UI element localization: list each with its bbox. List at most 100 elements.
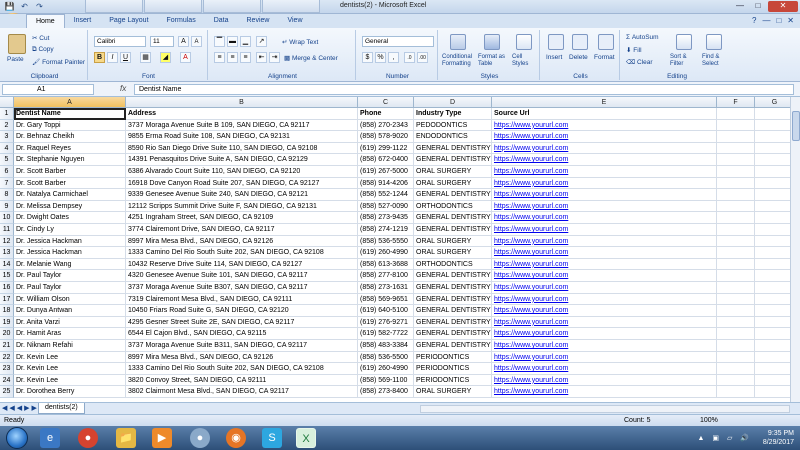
format-painter-button[interactable]: 🖌 Format Painter bbox=[32, 58, 85, 66]
row-header[interactable]: 24 bbox=[0, 374, 14, 387]
phone-cell[interactable]: (858) 273-1631 bbox=[358, 282, 414, 294]
tab-data[interactable]: Data bbox=[205, 14, 238, 28]
row-header[interactable]: 8 bbox=[0, 189, 14, 201]
name-cell[interactable]: Dr. Kevin Lee bbox=[14, 351, 126, 364]
url-cell[interactable]: https://www.yoururl.com bbox=[492, 224, 717, 236]
window-tab[interactable] bbox=[262, 0, 320, 13]
folder-icon[interactable]: 📁 bbox=[116, 428, 136, 448]
empty-cell[interactable] bbox=[717, 351, 755, 364]
phone-cell[interactable]: (858) 569-1100 bbox=[358, 374, 414, 387]
url-cell[interactable]: https://www.yoururl.com bbox=[492, 363, 717, 375]
name-cell[interactable]: Dr. Hamit Aras bbox=[14, 328, 126, 340]
address-cell[interactable]: 3737 Moraga Avenue Suite B307, SAN DIEGO… bbox=[126, 282, 358, 294]
address-cell[interactable]: 8997 Mira Mesa Blvd., SAN DIEGO, CA 9212… bbox=[126, 235, 358, 248]
row-header[interactable]: 14 bbox=[0, 258, 14, 271]
sort-filter-icon[interactable] bbox=[676, 34, 692, 50]
url-cell[interactable]: https://www.yoururl.com bbox=[492, 200, 717, 213]
empty-cell[interactable] bbox=[755, 352, 790, 364]
url-cell[interactable]: https://www.yoururl.com bbox=[492, 386, 717, 398]
industry-cell[interactable]: GENERAL DENTISTRY bbox=[414, 293, 492, 306]
row-header[interactable]: 3 bbox=[0, 131, 14, 143]
url-cell[interactable]: https://www.yoururl.com bbox=[492, 316, 717, 329]
formula-input[interactable]: Dentist Name bbox=[134, 84, 794, 95]
url-cell[interactable]: https://www.yoururl.com bbox=[492, 328, 717, 340]
phone-cell[interactable]: (858) 536-5500 bbox=[358, 351, 414, 364]
address-cell[interactable]: 9339 Genesee Avenue Suite 240, SAN DIEGO… bbox=[126, 189, 358, 201]
column-title-cell[interactable]: Phone bbox=[358, 108, 414, 120]
column-header-g[interactable]: G bbox=[755, 97, 790, 108]
address-cell[interactable]: 3737 Moraga Avenue Suite B311, SAN DIEGO… bbox=[126, 340, 358, 352]
column-header-a[interactable]: A bbox=[14, 97, 126, 108]
empty-cell[interactable] bbox=[717, 282, 755, 294]
shrink-font-icon[interactable]: A bbox=[191, 36, 202, 47]
cell-styles-button[interactable]: Cell Styles bbox=[512, 54, 538, 68]
empty-cell[interactable] bbox=[717, 142, 755, 155]
empty-cell[interactable] bbox=[755, 305, 790, 317]
scrollbar-thumb[interactable] bbox=[792, 111, 800, 141]
address-cell[interactable]: 3802 Clairmont Mesa Blvd., SAN DIEGO, CA… bbox=[126, 386, 358, 398]
row-header[interactable]: 23 bbox=[0, 363, 14, 375]
align-center-icon[interactable]: ≡ bbox=[227, 52, 238, 63]
address-cell[interactable]: 4251 Ingraham Street, SAN DIEGO, CA 9210… bbox=[126, 212, 358, 224]
name-cell[interactable]: Dr. Cindy Ly bbox=[14, 224, 126, 236]
industry-cell[interactable]: GENERAL DENTISTRY bbox=[414, 154, 492, 166]
row-header[interactable]: 10 bbox=[0, 212, 14, 224]
industry-cell[interactable]: ORTHODONTICS bbox=[414, 258, 492, 271]
industry-cell[interactable]: ENDODONTICS bbox=[414, 131, 492, 143]
url-cell[interactable]: https://www.yoururl.com bbox=[492, 177, 717, 190]
phone-cell[interactable]: (858) 483-3384 bbox=[358, 340, 414, 352]
url-cell[interactable]: https://www.yoururl.com bbox=[492, 119, 717, 132]
industry-cell[interactable]: GENERAL DENTISTRY bbox=[414, 282, 492, 294]
column-title-cell[interactable]: Address bbox=[126, 108, 358, 120]
empty-cell[interactable] bbox=[755, 340, 790, 352]
phone-cell[interactable]: (619) 276-9271 bbox=[358, 316, 414, 329]
redo-icon[interactable]: ↷ bbox=[34, 1, 45, 12]
industry-cell[interactable]: ORAL SURGERY bbox=[414, 177, 492, 190]
empty-cell[interactable] bbox=[717, 235, 755, 248]
save-icon[interactable]: 💾 bbox=[4, 1, 15, 12]
empty-cell[interactable] bbox=[717, 212, 755, 224]
format-cells-button[interactable]: Format bbox=[594, 54, 615, 61]
format-as-table-button[interactable]: Format as Table bbox=[478, 54, 508, 68]
industry-cell[interactable]: GENERAL DENTISTRY bbox=[414, 224, 492, 236]
industry-cell[interactable]: PERIODONTICS bbox=[414, 374, 492, 387]
empty-cell[interactable] bbox=[717, 247, 755, 259]
copy-button[interactable]: ⧉ Copy bbox=[32, 46, 54, 54]
name-cell[interactable]: Dr. Scott Barber bbox=[14, 177, 126, 190]
tab-home[interactable]: Home bbox=[26, 14, 65, 28]
decrease-decimal-icon[interactable]: .00 bbox=[417, 52, 428, 63]
phone-cell[interactable]: (619) 299-1122 bbox=[358, 142, 414, 155]
name-box[interactable]: A1 bbox=[2, 84, 94, 95]
cell-styles-icon[interactable] bbox=[516, 34, 532, 50]
empty-cell[interactable] bbox=[717, 340, 755, 352]
tab-insert[interactable]: Insert bbox=[65, 14, 101, 28]
autosum-button[interactable]: Σ AutoSum bbox=[626, 34, 659, 41]
align-middle-icon[interactable]: ▬ bbox=[227, 36, 238, 47]
insert-function-icon[interactable]: fx bbox=[120, 84, 126, 93]
find-select-button[interactable]: Find & Select bbox=[702, 54, 730, 68]
empty-cell[interactable] bbox=[755, 328, 790, 340]
cut-button[interactable]: ✂ Cut bbox=[32, 34, 49, 42]
font-size-select[interactable]: 11 bbox=[150, 36, 174, 47]
name-cell[interactable]: Dr. Dwight Oates bbox=[14, 212, 126, 224]
address-cell[interactable]: 6544 El Cajon Blvd., SAN DIEGO, CA 92115 bbox=[126, 328, 358, 340]
orientation-icon[interactable]: ↗ bbox=[256, 36, 267, 47]
address-cell[interactable]: 3820 Convoy Street, SAN DIEGO, CA 92111 bbox=[126, 374, 358, 387]
italic-icon[interactable]: I bbox=[107, 52, 118, 63]
phone-cell[interactable]: (858) 578-9020 bbox=[358, 131, 414, 143]
name-cell[interactable]: Dr. Paul Taylor bbox=[14, 282, 126, 294]
name-cell[interactable]: Dr. Paul Taylor bbox=[14, 270, 126, 282]
delete-cells-button[interactable]: Delete bbox=[569, 54, 588, 61]
system-tray-icons[interactable]: ▲ ▣ ▱ 🔊 bbox=[698, 434, 752, 442]
url-cell[interactable]: https://www.yoururl.com bbox=[492, 282, 717, 294]
close-button[interactable]: ✕ bbox=[768, 1, 798, 12]
percent-icon[interactable]: % bbox=[375, 52, 386, 63]
empty-cell[interactable] bbox=[717, 154, 755, 166]
name-cell[interactable]: Dr. Jessica Hackman bbox=[14, 235, 126, 248]
empty-cell[interactable] bbox=[717, 270, 755, 282]
empty-cell[interactable] bbox=[717, 386, 755, 398]
industry-cell[interactable]: ORAL SURGERY bbox=[414, 166, 492, 178]
align-top-icon[interactable]: ▔ bbox=[214, 36, 225, 47]
row-header[interactable]: 16 bbox=[0, 282, 14, 294]
name-cell[interactable]: Dr. Raquel Reyes bbox=[14, 142, 126, 155]
